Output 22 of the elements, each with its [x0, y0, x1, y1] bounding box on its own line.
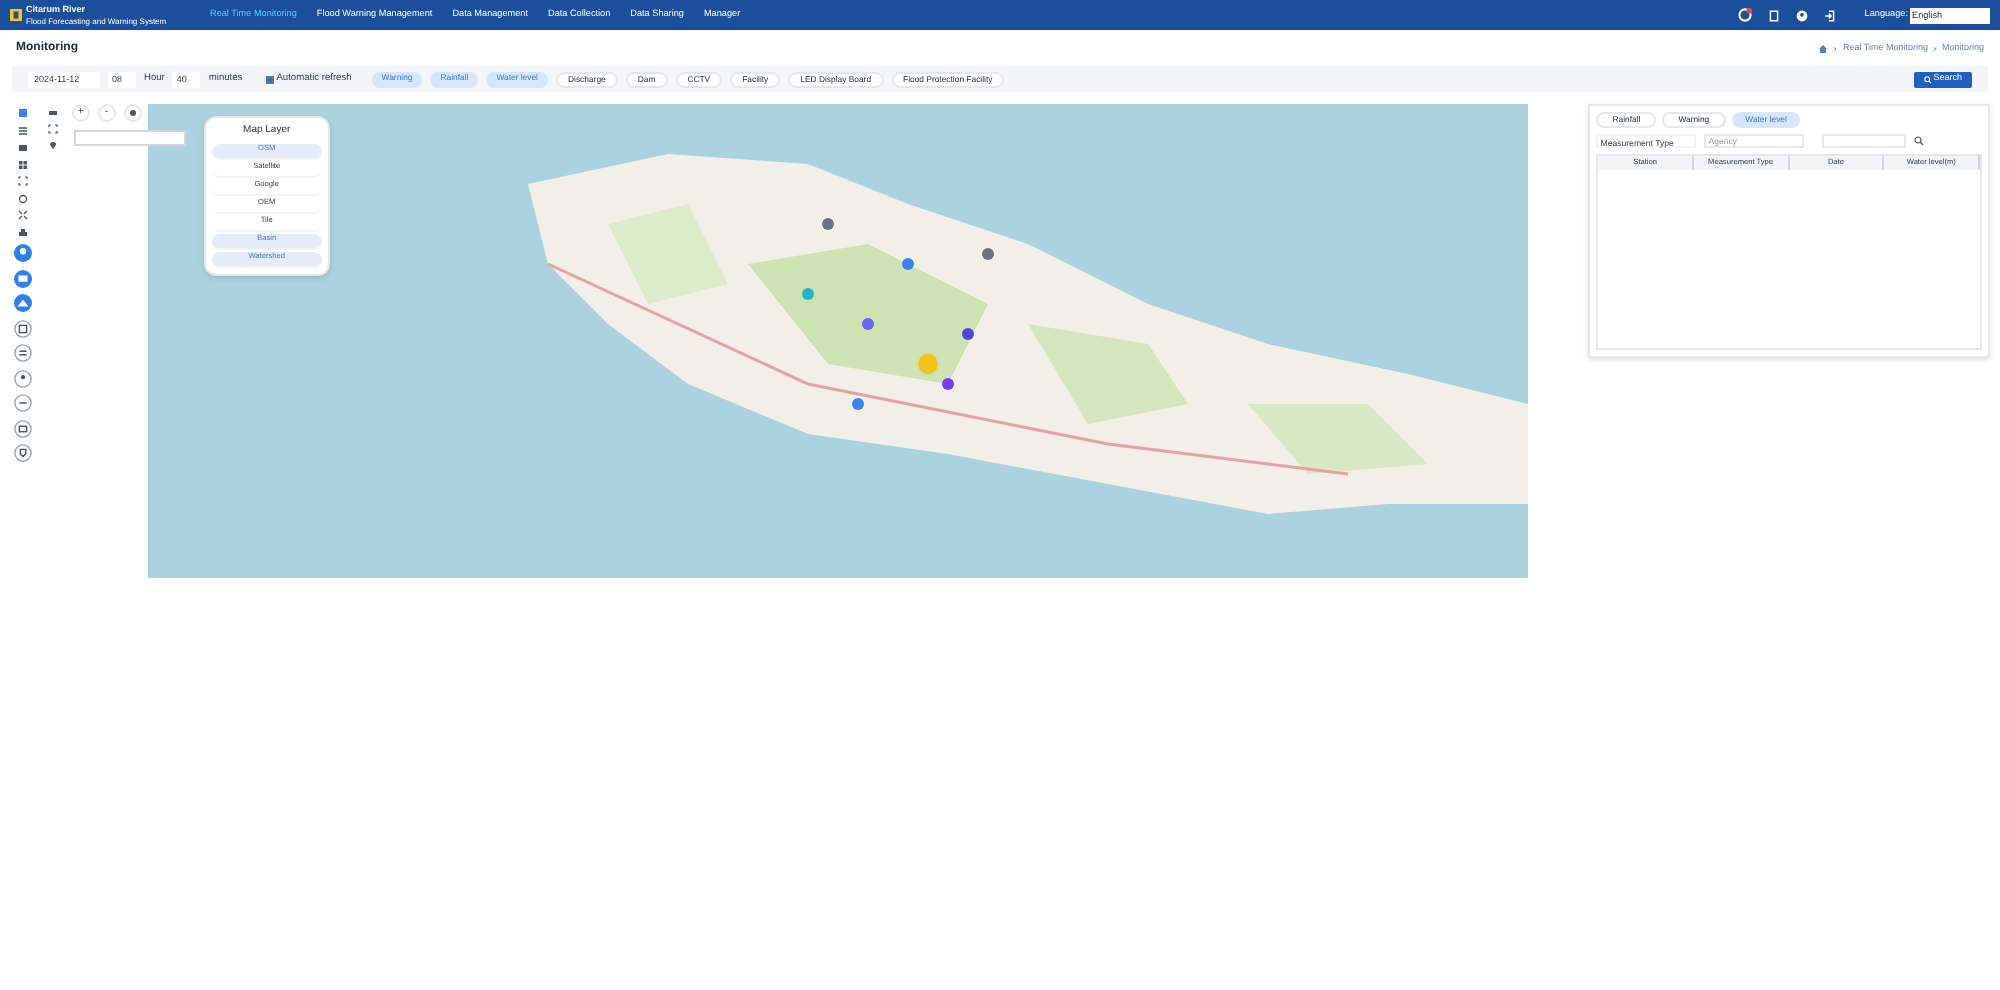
input-field[interactable] — [73, 130, 186, 146]
collapse-icon[interactable] — [17, 210, 28, 220]
grid-icon[interactable] — [17, 159, 28, 169]
list-icon[interactable] — [17, 125, 28, 135]
print-icon[interactable] — [17, 227, 28, 237]
checkbox[interactable] — [266, 75, 275, 83]
shield-icon[interactable] — [13, 444, 32, 462]
station-icon[interactable] — [13, 294, 32, 312]
logout-icon[interactable] — [1824, 9, 1837, 21]
chat-icon[interactable] — [13, 269, 32, 287]
home-icon[interactable] — [1818, 43, 1829, 53]
notification-icon[interactable] — [1738, 8, 1753, 22]
layers-icon[interactable] — [17, 108, 28, 118]
fullscreen-icon[interactable] — [17, 176, 28, 186]
search-icon — [1923, 75, 1932, 83]
crosshair-icon — [127, 108, 138, 118]
location-pin-icon[interactable] — [48, 140, 59, 150]
search-icon[interactable] — [1914, 136, 1925, 146]
fullscreen-icon[interactable] — [48, 124, 59, 134]
logo-icon[interactable] — [10, 8, 22, 22]
search-field[interactable] — [1822, 134, 1907, 148]
locate-button[interactable] — [123, 104, 142, 122]
